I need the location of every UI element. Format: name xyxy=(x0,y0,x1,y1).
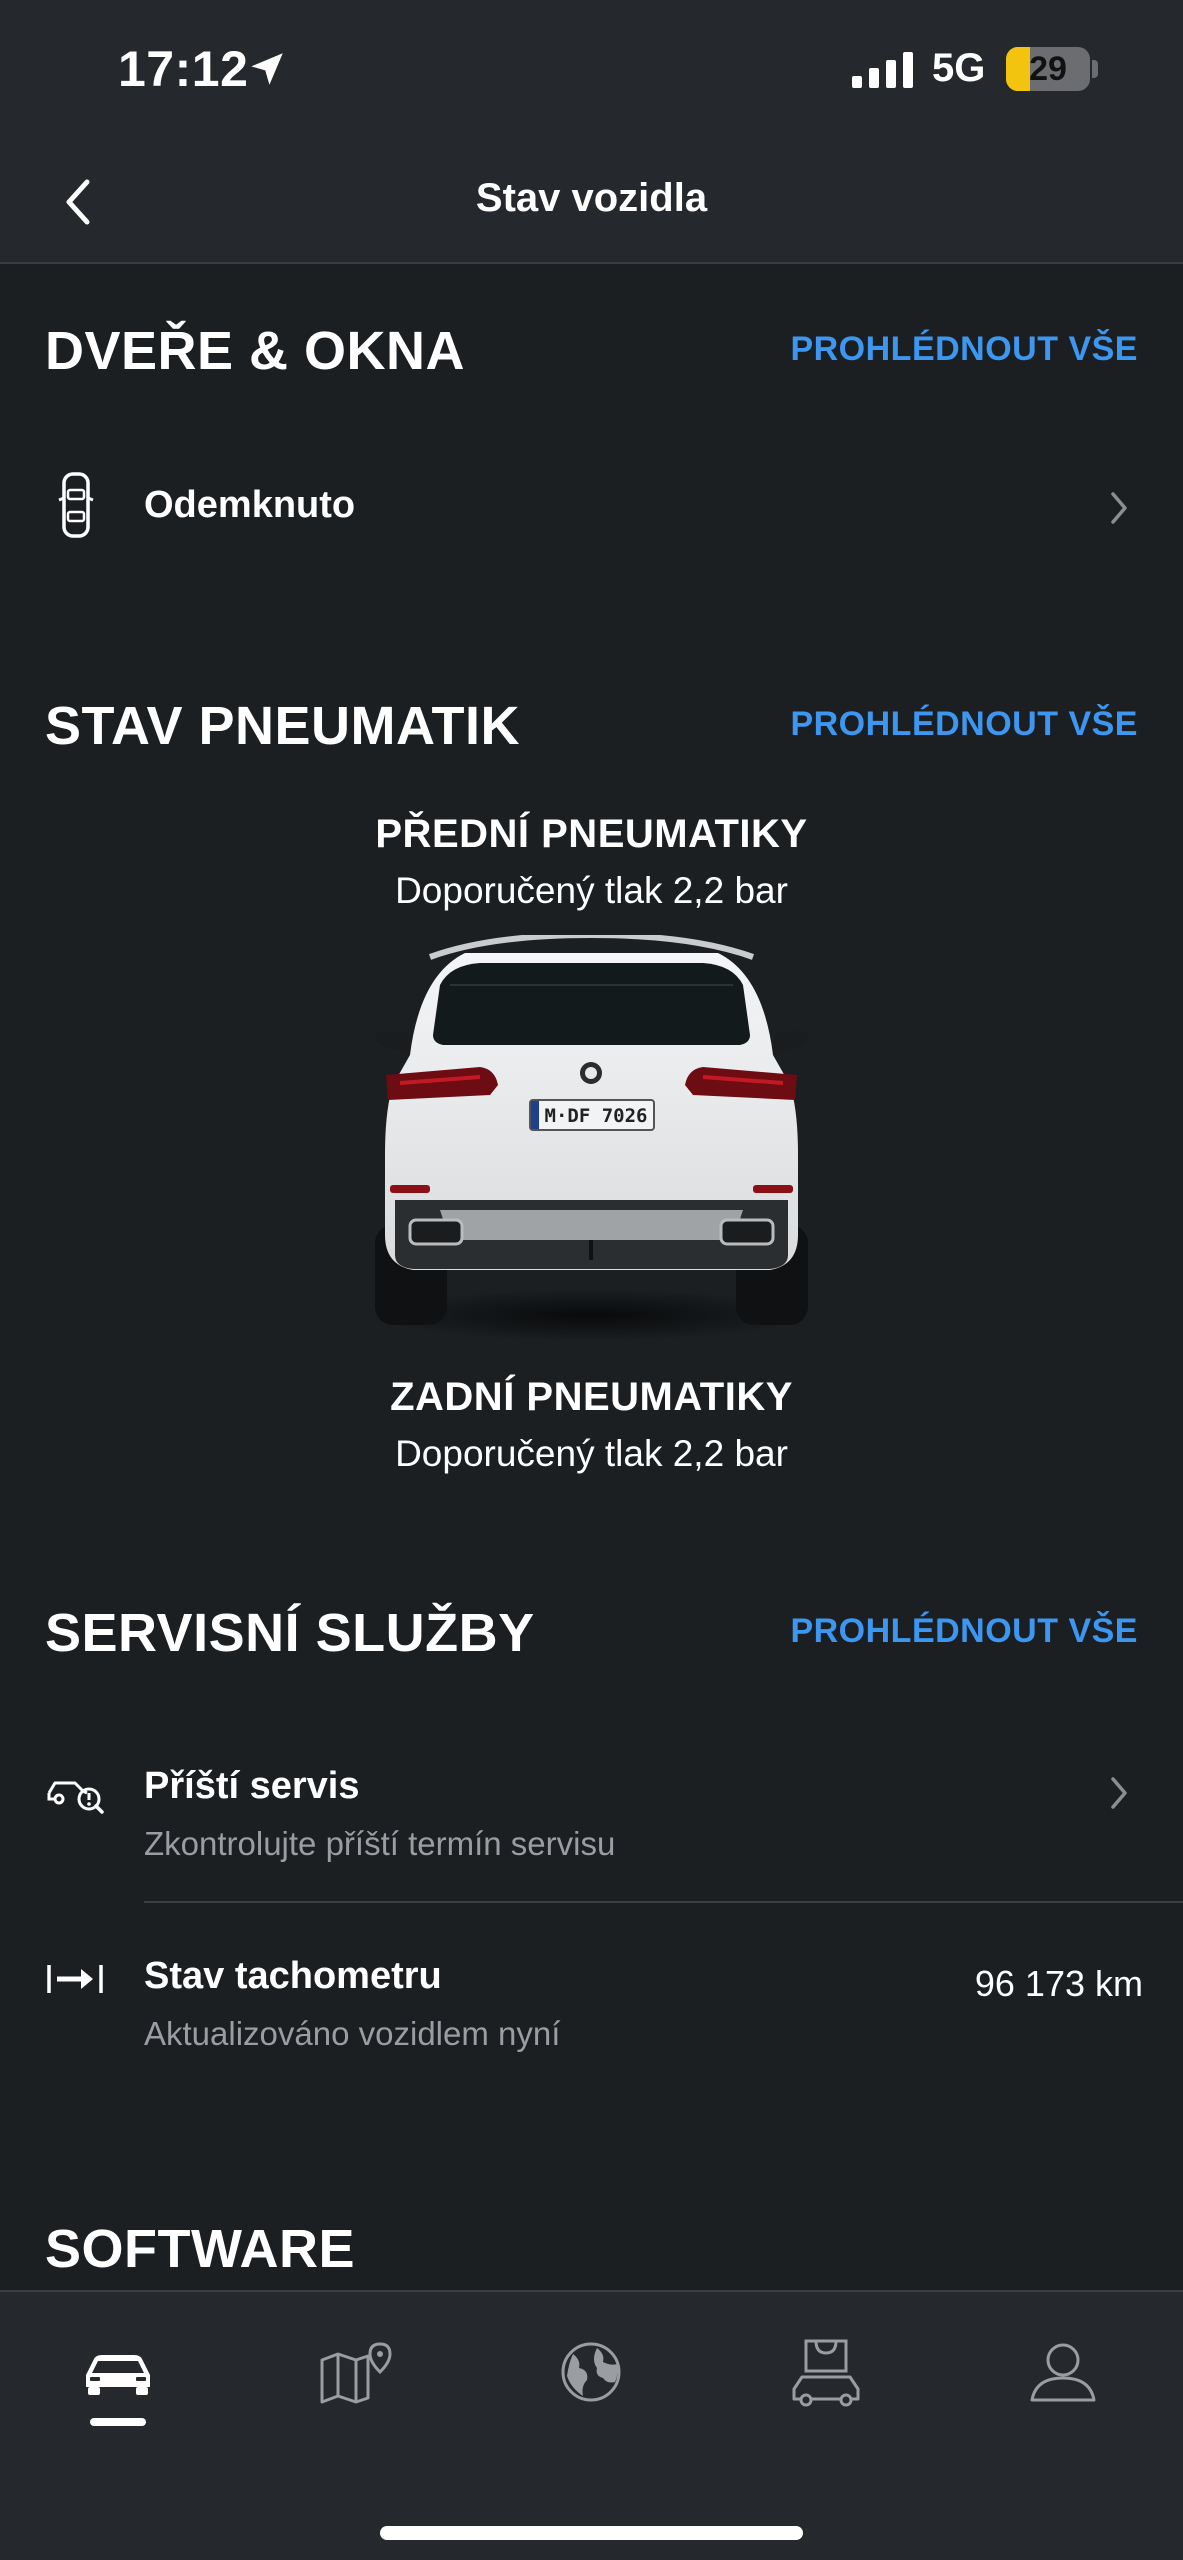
tab-explore[interactable] xyxy=(546,2332,636,2412)
rear-tires-title: ZADNÍ PNEUMATIKY xyxy=(390,1375,793,1419)
active-tab-indicator xyxy=(90,2418,146,2426)
license-plate: M·DF 7026 xyxy=(545,1105,648,1127)
service-view-all-link[interactable]: PROHLÉDNOUT VŠE xyxy=(790,1612,1138,1651)
doors-view-all-link[interactable]: PROHLÉDNOUT VŠE xyxy=(790,330,1138,369)
chevron-right-icon xyxy=(1111,1777,1127,1809)
doors-status-row[interactable]: Odemknuto xyxy=(0,450,1183,560)
home-indicator[interactable] xyxy=(380,2526,803,2540)
status-bar: 17:12 5G 29 xyxy=(0,0,1183,140)
navigation-bar: Stav vozidla xyxy=(0,140,1183,264)
profile-icon xyxy=(1030,2343,1096,2402)
tab-map[interactable] xyxy=(311,2332,401,2412)
location-arrow-icon xyxy=(251,53,283,85)
odometer-label: Stav tachometru xyxy=(144,1955,442,1997)
page-title: Stav vozidla xyxy=(475,176,708,220)
map-icon xyxy=(320,2342,392,2404)
next-service-row[interactable]: Příští servis Zkontrolujte příští termín… xyxy=(0,1745,1183,1895)
tires-view-all-link[interactable]: PROHLÉDNOUT VŠE xyxy=(790,705,1138,744)
front-tires-pressure: Doporučený tlak 2,2 bar xyxy=(395,870,788,911)
odometer-subtitle: Aktualizováno vozidlem nyní xyxy=(144,2015,561,2052)
battery-cap xyxy=(1092,60,1098,78)
cellular-signal-icon xyxy=(852,52,913,88)
odometer-row: Stav tachometru Aktualizováno vozidlem n… xyxy=(0,1935,1183,2085)
front-tires-title: PŘEDNÍ PNEUMATIKY xyxy=(375,812,808,856)
tires-section-title: STAV PNEUMATIK xyxy=(45,696,520,756)
service-car-icon xyxy=(47,1781,104,1814)
next-service-subtitle: Zkontrolujte příští termín servisu xyxy=(144,1825,616,1862)
tab-shop[interactable] xyxy=(781,2332,871,2412)
row-divider xyxy=(144,1901,1183,1903)
status-time: 17:12 xyxy=(118,41,249,97)
tab-profile[interactable] xyxy=(1018,2332,1108,2412)
battery-percent: 29 xyxy=(1029,50,1067,88)
odometer-value: 96 173 km xyxy=(974,1963,1143,2004)
car-top-view-icon xyxy=(58,472,94,538)
vehicle-rear-image: M·DF 7026 xyxy=(375,935,808,1341)
odometer-icon xyxy=(47,1965,103,1993)
battery-icon: 29 xyxy=(1006,47,1090,91)
globe-icon xyxy=(561,2342,621,2402)
doors-status-label: Odemknuto xyxy=(144,484,356,526)
doors-section-title: DVEŘE & OKNA xyxy=(45,321,466,381)
chevron-right-icon xyxy=(1111,492,1127,524)
shop-car-icon xyxy=(792,2339,860,2407)
tab-vehicle[interactable] xyxy=(73,2332,163,2412)
rear-tires-pressure: Doporučený tlak 2,2 bar xyxy=(395,1433,788,1474)
car-icon xyxy=(86,2355,150,2395)
network-type: 5G xyxy=(932,46,986,90)
service-section-title: SERVISNÍ SLUŽBY xyxy=(45,1603,535,1663)
tab-bar xyxy=(0,2290,1183,2560)
software-section-title: SOFTWARE xyxy=(45,2219,355,2279)
next-service-label: Příští servis xyxy=(144,1765,360,1807)
